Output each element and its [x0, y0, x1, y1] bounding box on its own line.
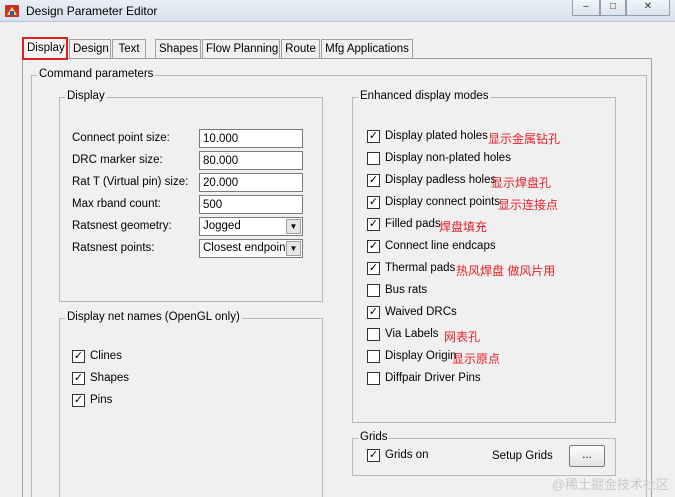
drc-marker-size-label: DRC marker size:: [72, 154, 163, 166]
connect-points-note: 显示连接点: [498, 198, 559, 212]
display-group-label: Display: [65, 90, 107, 102]
non-plated-holes-checkbox[interactable]: [367, 152, 380, 165]
filled-pads-label: Filled pads: [385, 218, 441, 230]
ratsnest-points-value: Closest endpoint: [203, 242, 289, 254]
max-rband-count-input[interactable]: [199, 195, 303, 214]
via-labels-label: Via Labels: [385, 328, 439, 340]
bus-rats-checkbox[interactable]: [367, 284, 380, 297]
pins-label: Pins: [90, 394, 113, 406]
waived-drcs-label: Waived DRCs: [385, 306, 457, 318]
rat-t-size-input[interactable]: [199, 173, 303, 192]
thermal-pads-note: 热风焊盘 做风片用: [456, 264, 556, 278]
tab-route[interactable]: Route: [281, 39, 320, 59]
thermal-pads-label: Thermal pads: [385, 262, 456, 274]
grids-on-checkbox[interactable]: ✓: [367, 449, 380, 462]
diffpair-driver-pins-label: Diffpair Driver Pins: [385, 372, 481, 384]
thermal-pads-checkbox[interactable]: ✓: [367, 262, 380, 275]
ratsnest-points-label: Ratsnest points:: [72, 242, 155, 254]
bus-rats-label: Bus rats: [385, 284, 428, 296]
net-names-group: [59, 318, 323, 497]
max-rband-count-label: Max rband count:: [72, 198, 161, 210]
chevron-down-icon[interactable]: ▼: [286, 241, 301, 256]
grids-group-label: Grids: [358, 431, 390, 443]
tab-text[interactable]: Text: [112, 39, 146, 59]
via-labels-note: 网表孔: [444, 330, 481, 344]
connect-point-size-label: Connect point size:: [72, 132, 170, 144]
ratsnest-geometry-select[interactable]: Jogged ▼: [199, 217, 303, 236]
app-icon: [5, 5, 19, 17]
non-plated-holes-label: Display non-plated holes: [385, 152, 511, 164]
watermark: @稀土掘金技术社区: [551, 477, 669, 492]
padless-holes-label: Display padless holes: [385, 174, 497, 186]
maximize-button[interactable]: □: [600, 0, 626, 16]
minimize-button[interactable]: –: [572, 0, 600, 16]
tab-display[interactable]: Display: [22, 37, 68, 60]
pins-checkbox[interactable]: ✓: [72, 394, 85, 407]
filled-pads-checkbox[interactable]: ✓: [367, 218, 380, 231]
net-names-group-label: Display net names (OpenGL only): [65, 311, 242, 323]
window-title: Design Parameter Editor: [26, 4, 158, 18]
ratsnest-geometry-label: Ratsnest geometry:: [72, 220, 172, 232]
rat-t-size-label: Rat T (Virtual pin) size:: [72, 176, 189, 188]
padless-holes-note: 显示焊盘孔: [491, 176, 552, 190]
ratsnest-geometry-value: Jogged: [203, 220, 241, 232]
tab-panel: Command parameters Display Connect point…: [22, 58, 652, 497]
plated-holes-checkbox[interactable]: ✓: [367, 130, 380, 143]
via-labels-checkbox[interactable]: [367, 328, 380, 341]
clines-checkbox[interactable]: ✓: [72, 350, 85, 363]
chevron-down-icon[interactable]: ▼: [286, 219, 301, 234]
enhanced-display-group-label: Enhanced display modes: [358, 90, 491, 102]
shapes-checkbox[interactable]: ✓: [72, 372, 85, 385]
tab-shapes[interactable]: Shapes: [155, 39, 201, 59]
drc-marker-size-input[interactable]: [199, 151, 303, 170]
display-origin-checkbox[interactable]: [367, 350, 380, 363]
connect-points-label: Display connect points: [385, 196, 501, 208]
waived-drcs-checkbox[interactable]: ✓: [367, 306, 380, 319]
filled-pads-note: 焊盘填充: [439, 220, 488, 234]
tab-design[interactable]: Design: [69, 39, 111, 59]
tab-flow-planning[interactable]: Flow Planning: [202, 39, 280, 59]
setup-grids-label: Setup Grids: [492, 450, 553, 462]
close-button[interactable]: ✕: [626, 0, 670, 16]
grids-on-label: Grids on: [385, 449, 429, 461]
endcaps-checkbox[interactable]: ✓: [367, 240, 380, 253]
connect-points-checkbox[interactable]: ✓: [367, 196, 380, 209]
title-bar: Design Parameter Editor – □ ✕: [0, 0, 675, 22]
padless-holes-checkbox[interactable]: ✓: [367, 174, 380, 187]
command-parameters-label: Command parameters: [37, 68, 156, 80]
setup-grids-button[interactable]: ...: [569, 445, 605, 467]
plated-holes-note: 显示金属钻孔: [488, 132, 561, 146]
connect-point-size-input[interactable]: [199, 129, 303, 148]
display-origin-note: 显示原点: [452, 352, 501, 366]
ratsnest-points-select[interactable]: Closest endpoint ▼: [199, 239, 303, 258]
plated-holes-label: Display plated holes: [385, 130, 488, 142]
clines-label: Clines: [90, 350, 122, 362]
diffpair-driver-pins-checkbox[interactable]: [367, 372, 380, 385]
endcaps-label: Connect line endcaps: [385, 240, 496, 252]
display-origin-label: Display Origin: [385, 350, 457, 362]
tab-mfg-applications[interactable]: Mfg Applications: [321, 39, 413, 59]
shapes-label: Shapes: [90, 372, 130, 384]
